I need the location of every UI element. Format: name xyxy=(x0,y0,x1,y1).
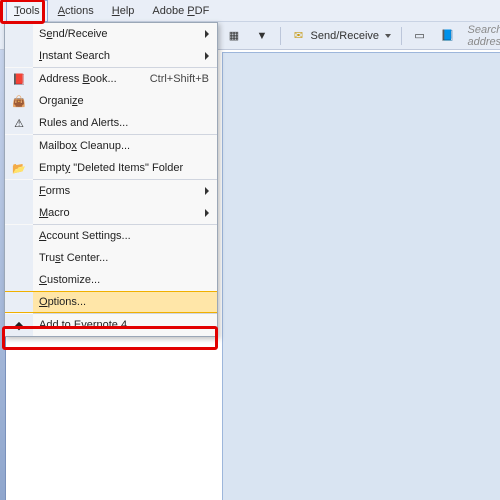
bell-icon: ⚠ xyxy=(11,115,27,131)
chevron-right-icon xyxy=(205,187,209,195)
menu-item-forms[interactable]: Forms xyxy=(5,180,217,202)
toolbar-separator xyxy=(401,27,402,45)
menu-item-trust-center[interactable]: Trust Center... xyxy=(5,247,217,269)
menubar-item-help[interactable]: Help xyxy=(104,0,143,22)
menu-item-label: Add to Evernote 4 xyxy=(33,319,209,331)
menu-item-label: Mailbox Cleanup... xyxy=(33,140,209,152)
toolbar-button-unknown-2[interactable]: ▼ xyxy=(250,26,274,46)
menu-item-send-receive[interactable]: Send/Receive xyxy=(5,23,217,45)
toolbar-button-unknown-3[interactable]: ▭ xyxy=(408,26,432,46)
menu-item-label: Macro xyxy=(33,207,201,219)
menubar-item-adobe-pdf[interactable]: Adobe PDF xyxy=(144,0,217,22)
toolbar-separator xyxy=(280,27,281,45)
menu-item-macro[interactable]: Macro xyxy=(5,202,217,224)
menu-item-label: Send/Receive xyxy=(33,28,201,40)
address-book-button[interactable]: 📘 xyxy=(436,26,460,46)
menu-item-label: Organize xyxy=(33,95,209,107)
menu-item-label: Options... xyxy=(33,296,209,308)
folder-icon: 📂 xyxy=(11,160,27,176)
menu-item-label: Rules and Alerts... xyxy=(33,117,209,129)
menu-item-rules-and-alerts[interactable]: ⚠ Rules and Alerts... xyxy=(5,112,217,134)
send-receive-button[interactable]: ✉ Send/Receive xyxy=(287,26,396,46)
menu-item-empty-deleted-items-folder[interactable]: 📂 Empty "Deleted Items" Folder xyxy=(5,157,217,179)
book-icon: 📘 xyxy=(440,28,456,44)
book-icon: 📕 xyxy=(11,71,27,87)
chevron-right-icon xyxy=(205,52,209,60)
menu-item-label: Forms xyxy=(33,185,201,197)
menubar-item-actions[interactable]: Actions xyxy=(50,0,102,22)
menu-item-label: Customize... xyxy=(33,274,209,286)
toolbar-button-unknown-1[interactable]: ▦ xyxy=(222,26,246,46)
flag-icon: ▼ xyxy=(254,28,270,44)
menubar-item-tools[interactable]: Tools xyxy=(6,0,48,22)
tools-menu-dropdown: Send/Receive Instant Search 📕 Address Book.… xyxy=(4,22,218,337)
send-receive-label: Send/Receive xyxy=(311,30,380,42)
menu-item-options[interactable]: Options... xyxy=(5,291,217,313)
menu-item-mailbox-cleanup[interactable]: Mailbox Cleanup... xyxy=(5,135,217,157)
menu-item-customize[interactable]: Customize... xyxy=(5,269,217,291)
chevron-down-icon xyxy=(385,34,391,38)
menu-item-add-to-evernote-4[interactable]: ◆ Add to Evernote 4 xyxy=(5,314,217,336)
menu-item-address-book[interactable]: 📕 Address Book...Ctrl+Shift+B xyxy=(5,68,217,90)
reading-pane xyxy=(222,52,500,500)
menu-item-account-settings[interactable]: Account Settings... xyxy=(5,225,217,247)
card-icon: ▭ xyxy=(412,28,428,44)
menubar: Tools Actions Help Adobe PDF xyxy=(0,0,500,22)
menu-item-label: Empty "Deleted Items" Folder xyxy=(33,162,209,174)
menu-item-label: Trust Center... xyxy=(33,252,209,264)
menu-item-shortcut: Ctrl+Shift+B xyxy=(142,73,209,85)
grid-icon: ▦ xyxy=(226,28,242,44)
menu-item-label: Account Settings... xyxy=(33,230,209,242)
menu-item-label: Instant Search xyxy=(33,50,201,62)
menu-item-organize[interactable]: 👜 Organize xyxy=(5,90,217,112)
menu-item-label: Address Book... xyxy=(33,73,142,85)
chevron-right-icon xyxy=(205,30,209,38)
envelope-icon: ✉ xyxy=(291,28,307,44)
chevron-right-icon xyxy=(205,209,209,217)
menu-item-instant-search[interactable]: Instant Search xyxy=(5,45,217,67)
search-placeholder[interactable]: Search address xyxy=(468,24,500,48)
bag-icon: 👜 xyxy=(11,93,27,109)
evernote-icon: ◆ xyxy=(11,317,27,333)
